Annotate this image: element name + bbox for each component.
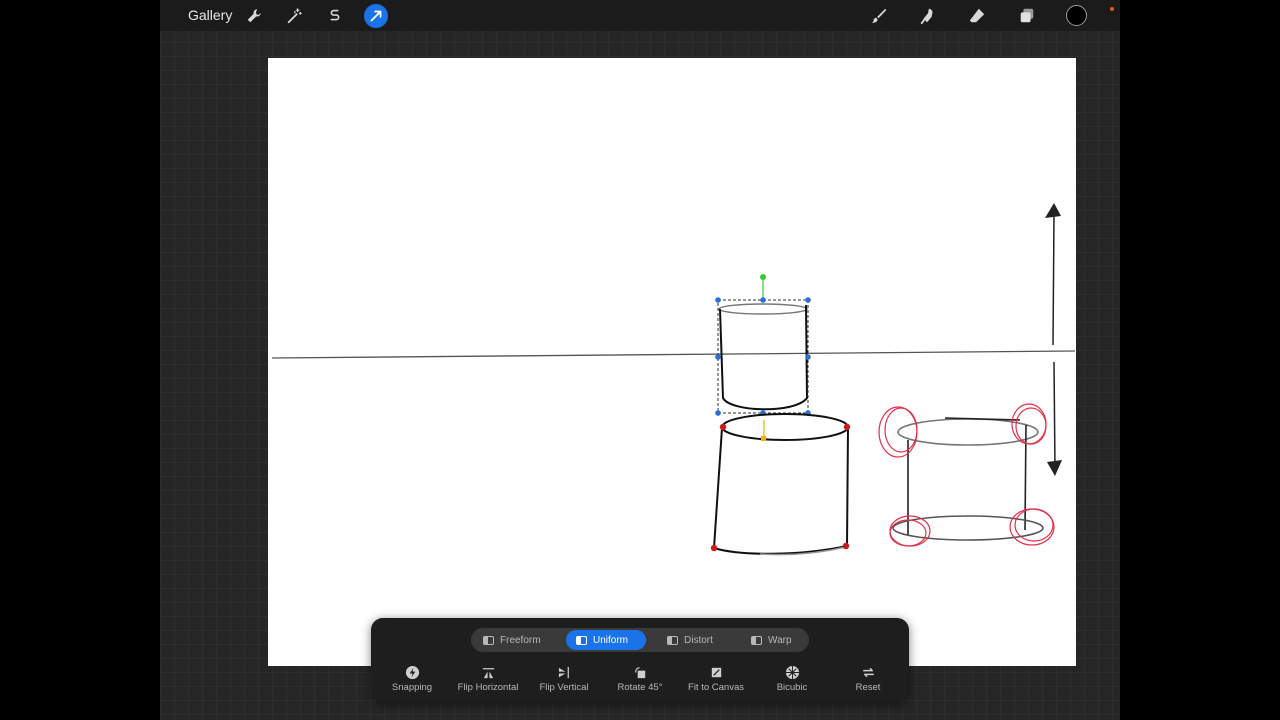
snapping-button[interactable]: Snapping xyxy=(377,664,447,696)
bicubic-label: Bicubic xyxy=(776,682,808,693)
layers-button[interactable] xyxy=(1015,4,1039,28)
mode-warp-label: Warp xyxy=(768,634,792,646)
smudge-icon xyxy=(920,8,933,25)
snapping-label: Snapping xyxy=(391,682,433,693)
rotate-45-label: Rotate 45° xyxy=(617,682,663,693)
magic-wand-icon xyxy=(287,8,302,24)
brush-button[interactable] xyxy=(867,4,891,28)
actions-button[interactable] xyxy=(242,4,266,28)
flip-vertical-icon xyxy=(558,666,569,678)
brush-icon xyxy=(871,8,887,23)
mode-freeform[interactable]: Freeform xyxy=(473,630,555,650)
rotate-45-button[interactable]: Rotate 45° xyxy=(605,664,675,696)
snapping-bolt-icon xyxy=(405,665,419,679)
transform-mode-switch: Freeform Uniform Distort Warp xyxy=(471,628,809,652)
wrench-icon xyxy=(247,9,261,23)
flip-vertical-button[interactable]: Flip Vertical xyxy=(529,664,599,696)
reset-button[interactable]: Reset xyxy=(833,664,903,696)
mode-distort[interactable]: Distort xyxy=(657,630,727,650)
procreate-app: Gallery Freeform Uniform Distort Warp Sn… xyxy=(160,0,1120,720)
status-dot xyxy=(1110,7,1114,11)
transform-toolbar: Freeform Uniform Distort Warp Snapping F… xyxy=(371,618,909,702)
mode-uniform[interactable]: Uniform xyxy=(566,630,646,650)
reset-label: Reset xyxy=(855,682,881,693)
drawing-canvas[interactable] xyxy=(268,58,1076,666)
transform-button[interactable] xyxy=(364,4,388,28)
uniform-icon xyxy=(576,635,587,645)
flip-horizontal-label: Flip Horizontal xyxy=(457,682,519,693)
color-well[interactable] xyxy=(1066,5,1087,26)
bicubic-icon xyxy=(785,665,799,679)
selection-s-icon xyxy=(330,9,340,21)
rotate-icon xyxy=(634,666,645,678)
fit-canvas-icon xyxy=(711,667,721,677)
smudge-button[interactable] xyxy=(916,4,940,28)
eraser-button[interactable] xyxy=(965,4,989,28)
eraser-icon xyxy=(969,8,985,23)
mode-warp[interactable]: Warp xyxy=(741,630,807,650)
distort-icon xyxy=(667,635,678,645)
reset-icon xyxy=(862,667,874,677)
flip-horizontal-icon xyxy=(482,667,494,678)
adjustments-button[interactable] xyxy=(282,4,306,28)
freeform-icon xyxy=(483,635,494,645)
bicubic-button[interactable]: Bicubic xyxy=(757,664,827,696)
fit-to-canvas-button[interactable]: Fit to Canvas xyxy=(681,664,751,696)
flip-vertical-label: Flip Vertical xyxy=(539,682,589,693)
mode-uniform-label: Uniform xyxy=(593,634,629,646)
fit-to-canvas-label: Fit to Canvas xyxy=(688,682,744,693)
mode-distort-label: Distort xyxy=(684,634,713,646)
transform-arrow-icon xyxy=(370,10,382,22)
flip-horizontal-button[interactable]: Flip Horizontal xyxy=(453,664,523,696)
selection-button[interactable] xyxy=(323,4,347,28)
warp-icon xyxy=(751,635,762,645)
mode-freeform-label: Freeform xyxy=(500,634,541,646)
layers-icon xyxy=(1020,8,1034,23)
top-toolbar: Gallery xyxy=(160,0,1120,31)
gallery-button[interactable]: Gallery xyxy=(188,7,232,23)
